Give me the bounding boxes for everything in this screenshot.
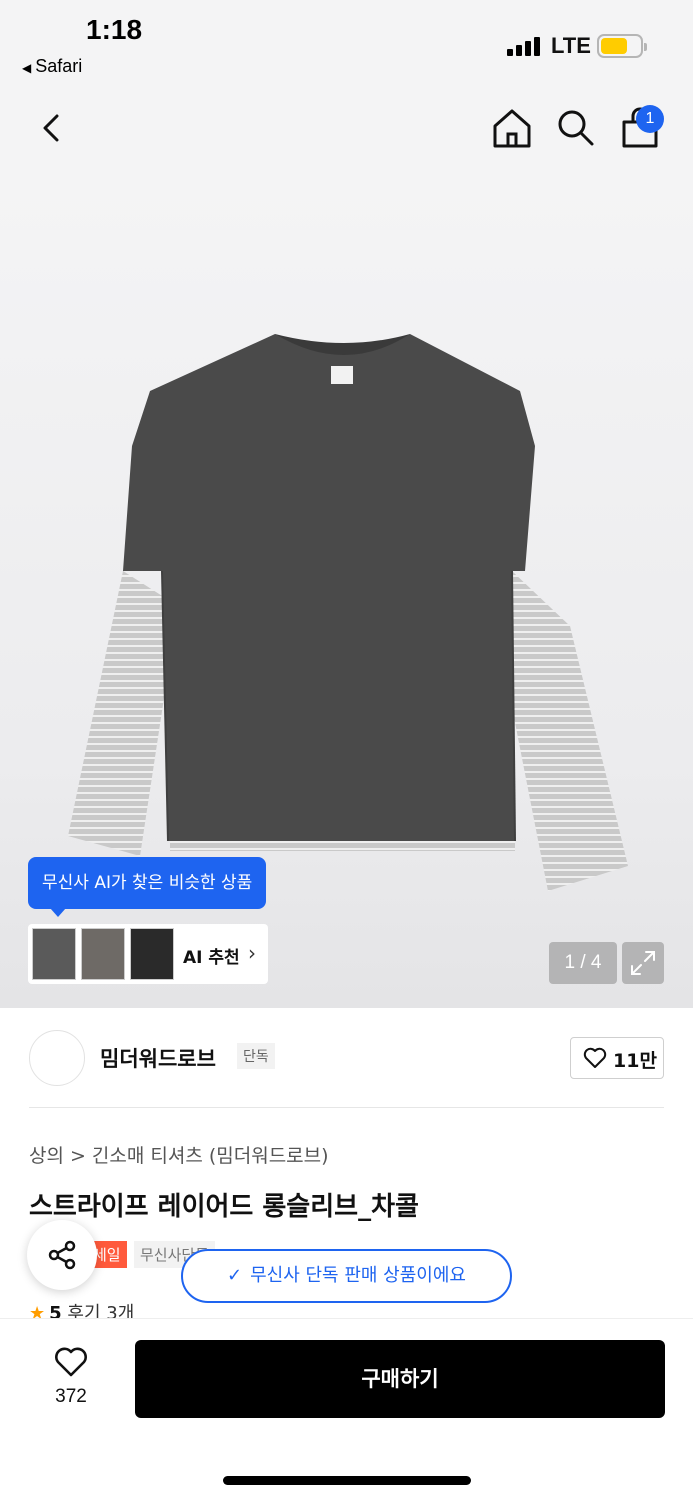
heart-icon — [55, 1347, 87, 1377]
ai-recommend-label: AI 추천 — [183, 948, 240, 968]
brand-name[interactable]: 밈더워드로브 — [100, 1043, 216, 1073]
status-time: 1:18 — [86, 14, 143, 45]
back-triangle-icon: ◀ — [22, 61, 32, 75]
back-to-safari[interactable]: ◀ Safari — [22, 56, 82, 77]
product-title: 스트라이프 레이어드 롱슬리브_차콜 — [29, 1192, 419, 1222]
brand-logo[interactable] — [29, 1030, 85, 1086]
exclusive-badge: 단독 — [237, 1043, 275, 1069]
chevron-right-icon: › — [248, 941, 256, 965]
ai-similar-tooltip[interactable]: 무신사 AI가 찾은 비슷한 상품 — [28, 857, 267, 917]
signal-icon — [507, 36, 543, 56]
search-icon[interactable] — [554, 106, 598, 150]
brand-like-count: 11만 — [613, 1050, 657, 1072]
expand-icon[interactable] — [622, 942, 664, 984]
top-navigation — [0, 84, 693, 176]
home-indicator — [223, 1476, 471, 1485]
divider — [29, 1107, 664, 1108]
breadcrumb-item[interactable]: 긴소매 티셔츠 (밈더워드로브) — [92, 1145, 329, 1167]
toast-text: 무신사 단독 판매 상품이에요 — [250, 1265, 466, 1286]
wishlist-count: 372 — [55, 1386, 87, 1407]
wishlist-button[interactable]: 372 — [40, 1346, 102, 1416]
status-bar: 1:18 ◀ Safari LTE — [0, 0, 693, 84]
check-icon: ✓ — [227, 1265, 243, 1286]
exclusive-toast: ✓ 무신사 단독 판매 상품이에요 — [181, 1249, 512, 1303]
share-icon — [48, 1240, 76, 1270]
ai-thumbnail[interactable] — [81, 928, 125, 980]
breadcrumb: 상의 > 긴소매 티셔츠 (밈더워드로브) — [29, 1141, 335, 1168]
back-icon[interactable] — [30, 106, 74, 150]
ai-recommend-strip[interactable]: AI 추천 › — [28, 924, 268, 984]
breadcrumb-separator: > — [69, 1145, 86, 1167]
ai-thumbnail[interactable] — [32, 928, 76, 980]
breadcrumb-item[interactable]: 상의 — [29, 1145, 64, 1167]
back-app-label: Safari — [35, 56, 83, 76]
battery-icon — [597, 34, 647, 58]
ai-thumbnail[interactable] — [130, 928, 174, 980]
network-label: LTE — [551, 33, 591, 58]
buy-button[interactable]: 구매하기 — [135, 1340, 665, 1418]
cart-count-badge: 1 — [636, 105, 664, 133]
share-button[interactable] — [27, 1220, 97, 1290]
brand-like-button[interactable]: 11만 — [570, 1037, 664, 1079]
image-pager: 1 / 4 — [549, 942, 617, 984]
heart-icon — [583, 1047, 607, 1068]
home-icon[interactable] — [490, 106, 534, 150]
